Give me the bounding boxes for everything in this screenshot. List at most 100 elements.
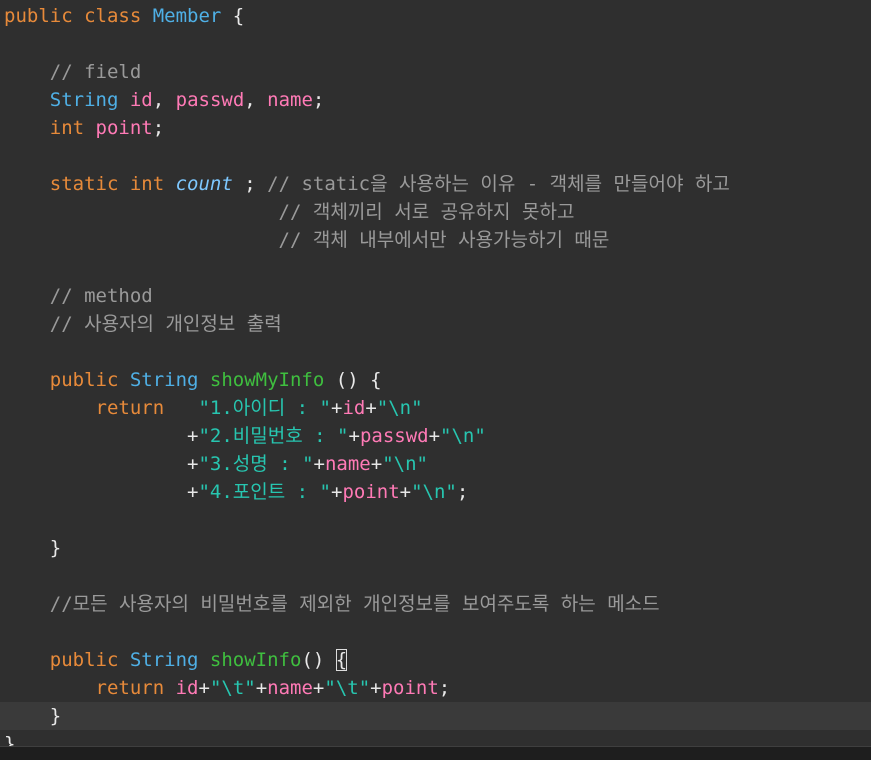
code-text-token: + [365,397,377,419]
code-line[interactable]: // method [0,282,871,310]
string-literal-token: "\n" [376,397,423,419]
code-line[interactable]: // 객체끼리 서로 공유하지 못하고 [0,198,871,226]
string-literal-token: "\n" [440,425,486,447]
code-editor[interactable]: public class Member { // field String id… [0,0,871,759]
method-name-token: showInfo [209,649,302,671]
code-line[interactable] [0,142,871,170]
code-text-token: ; [152,117,165,139]
string-literal-token: "\n" [382,453,428,475]
code-text-token: ; [438,677,451,699]
code-text-token: + [399,481,412,503]
code-text-token: + [198,677,210,699]
code-line[interactable]: public String showInfo() { [0,646,871,674]
horizontal-scrollbar[interactable] [0,746,871,760]
code-text-token: + [313,453,325,475]
code-line[interactable] [0,562,871,590]
type-token: Member [152,5,233,27]
code-text-token: ; [456,481,469,503]
code-line[interactable] [0,254,871,282]
identifier-token: id [342,397,366,419]
keyword-token: class [84,5,153,27]
code-line[interactable]: static int count ; // static을 사용하는 이유 - … [0,170,871,198]
type-token: String [129,369,210,391]
comment-token: //모든 사용자의 비밀번호를 제외한 개인정보를 보여주도록 하는 메소드 [49,593,660,615]
identifier-token: name [267,677,313,699]
identifier-token: point [95,117,153,139]
type-token: String [49,89,130,111]
identifier-token: name [324,453,371,475]
method-name-token: showMyInfo [209,369,325,391]
string-literal-token: "\n" [411,481,457,503]
string-literal-token: "3.성명 : " [198,453,314,475]
code-line[interactable]: +"3.성명 : "+name+"\n" [0,450,871,478]
identifier-token: point [381,677,439,699]
keyword-token: static [49,173,130,195]
code-line[interactable]: String id, passwd, name; [0,86,871,114]
keyword-token: return [95,397,165,419]
identifier-token: id [175,677,199,699]
static-field-token: count [175,173,233,195]
code-text-token: } [4,537,62,559]
identifier-token: passwd [359,425,429,447]
keyword-token: public [4,5,85,27]
code-line[interactable] [0,338,871,366]
code-line[interactable]: // 객체 내부에서만 사용가능하기 때문 [0,226,871,254]
code-line[interactable]: int point; [0,114,871,142]
code-line[interactable]: } [0,534,871,562]
identifier-token: name [267,89,313,111]
code-text-token: + [187,425,199,447]
code-text-token: + [370,453,383,475]
code-text-token: () { [324,369,382,391]
code-line[interactable]: +"4.포인트 : "+point+"\n"; [0,478,871,506]
code-text-token: } [4,705,62,727]
code-text-token: , [152,89,176,111]
code-text-token: + [331,397,343,419]
code-text-token: ; [312,89,325,111]
code-line[interactable]: // field [0,58,871,86]
code-line[interactable]: public String showMyInfo () { [0,366,871,394]
string-literal-token: "2.비밀번호 : " [198,425,349,447]
identifier-token: id [129,89,153,111]
code-text-token: + [370,677,382,699]
keyword-token: return [95,677,176,699]
code-line[interactable]: return id+"\t"+name+"\t"+point; [0,674,871,702]
comment-token: // field [49,61,142,83]
code-line[interactable]: } [0,702,871,730]
code-line[interactable]: public class Member { [0,2,871,30]
code-text-token: { [232,5,245,27]
code-line[interactable]: +"2.비밀번호 : "+passwd+"\n" [0,422,871,450]
code-text-token: + [312,677,325,699]
string-literal-token: "\t" [324,677,371,699]
comment-token: // 객체 내부에서만 사용가능하기 때문 [278,229,610,251]
code-text-token: + [187,453,199,475]
string-literal-token: "\t" [209,677,256,699]
comment-token: // 객체끼리 서로 공유하지 못하고 [278,201,575,223]
code-text-token: + [187,481,199,503]
code-line[interactable] [0,618,871,646]
code-line[interactable] [0,30,871,58]
string-literal-token: "4.포인트 : " [198,481,331,503]
string-literal-token: "1.아이디 : " [198,397,331,419]
identifier-token: passwd [175,89,245,111]
code-text-token: , [244,89,268,111]
code-line[interactable] [0,506,871,534]
code-text-token: () [301,649,336,671]
code-text-token: + [331,481,343,503]
code-line[interactable]: //모든 사용자의 비밀번호를 제외한 개인정보를 보여주도록 하는 메소드 [0,590,871,618]
code-line[interactable]: // 사용자의 개인정보 출력 [0,310,871,338]
identifier-token: point [342,481,400,503]
code-line[interactable]: return "1.아이디 : "+id+"\n" [0,394,871,422]
